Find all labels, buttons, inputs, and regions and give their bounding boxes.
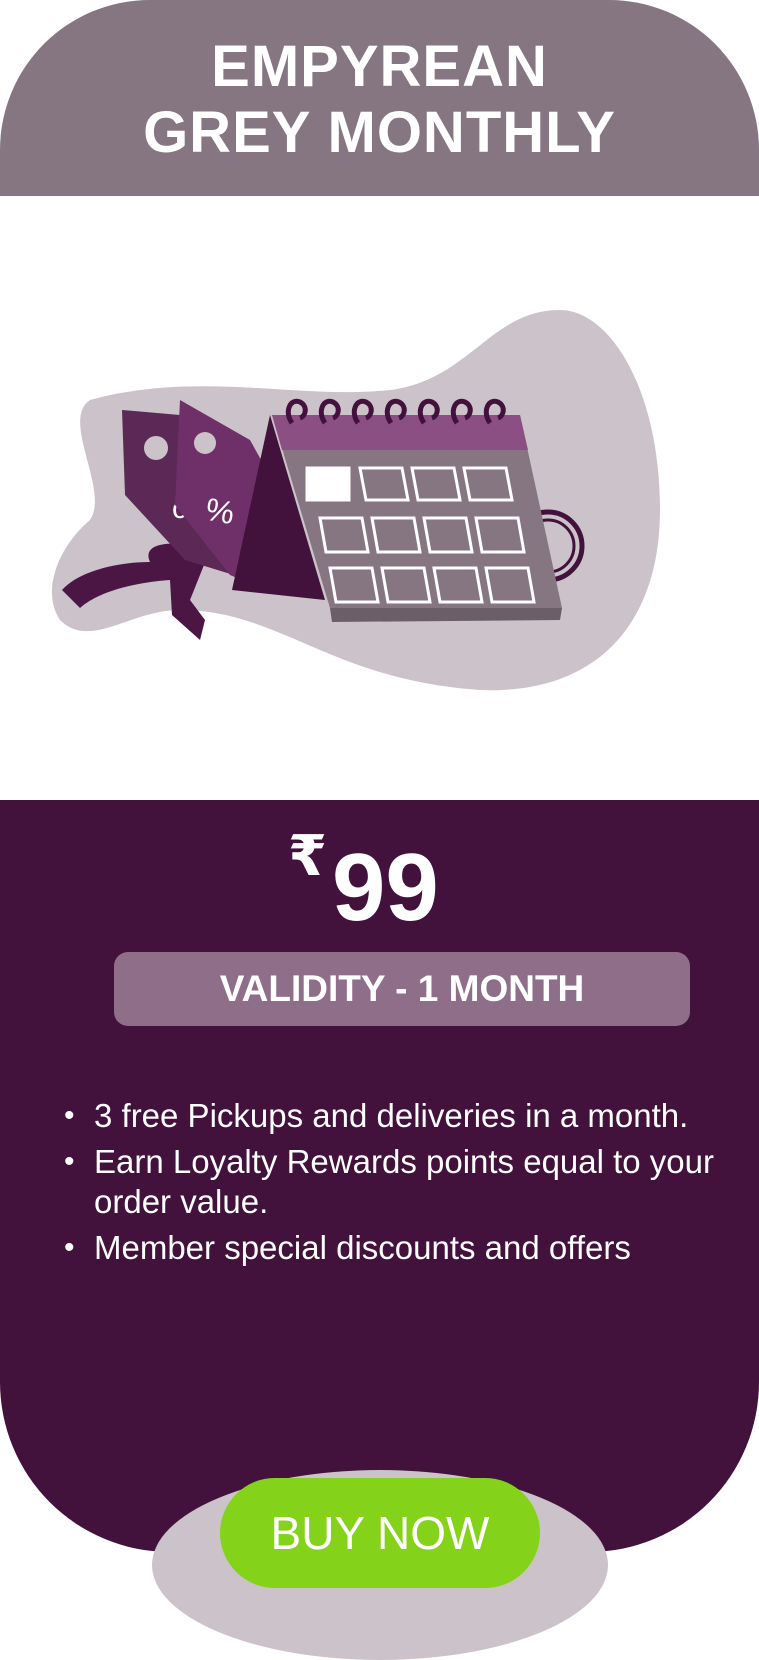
- feature-item: • Member special discounts and offers: [56, 1228, 736, 1268]
- bullet-icon: •: [64, 1099, 75, 1132]
- bullet-icon: •: [64, 1145, 75, 1178]
- buy-now-button[interactable]: BUY NOW: [220, 1478, 540, 1588]
- feature-text: Member special discounts and offers: [94, 1229, 631, 1266]
- validity-badge: VALIDITY - 1 MONTH: [114, 952, 690, 1026]
- plan-title-line2: GREY MONTHLY: [143, 100, 616, 165]
- currency-symbol: ₹: [288, 824, 327, 887]
- feature-item: • 3 free Pickups and deliveries in a mon…: [56, 1096, 736, 1136]
- feature-item: • Earn Loyalty Rewards points equal to y…: [56, 1142, 736, 1222]
- price-amount: 99: [332, 834, 439, 941]
- calendar-with-discount-tags-icon: c %: [51, 310, 660, 691]
- feature-text: Earn Loyalty Rewards points equal to you…: [94, 1143, 715, 1220]
- plan-title: EMPYREAN GREY MONTHLY: [0, 34, 759, 166]
- bullet-icon: •: [64, 1231, 75, 1264]
- plan-title-line1: EMPYREAN: [211, 34, 548, 99]
- feature-text: 3 free Pickups and deliveries in a month…: [94, 1097, 689, 1134]
- feature-list: • 3 free Pickups and deliveries in a mon…: [56, 1096, 736, 1274]
